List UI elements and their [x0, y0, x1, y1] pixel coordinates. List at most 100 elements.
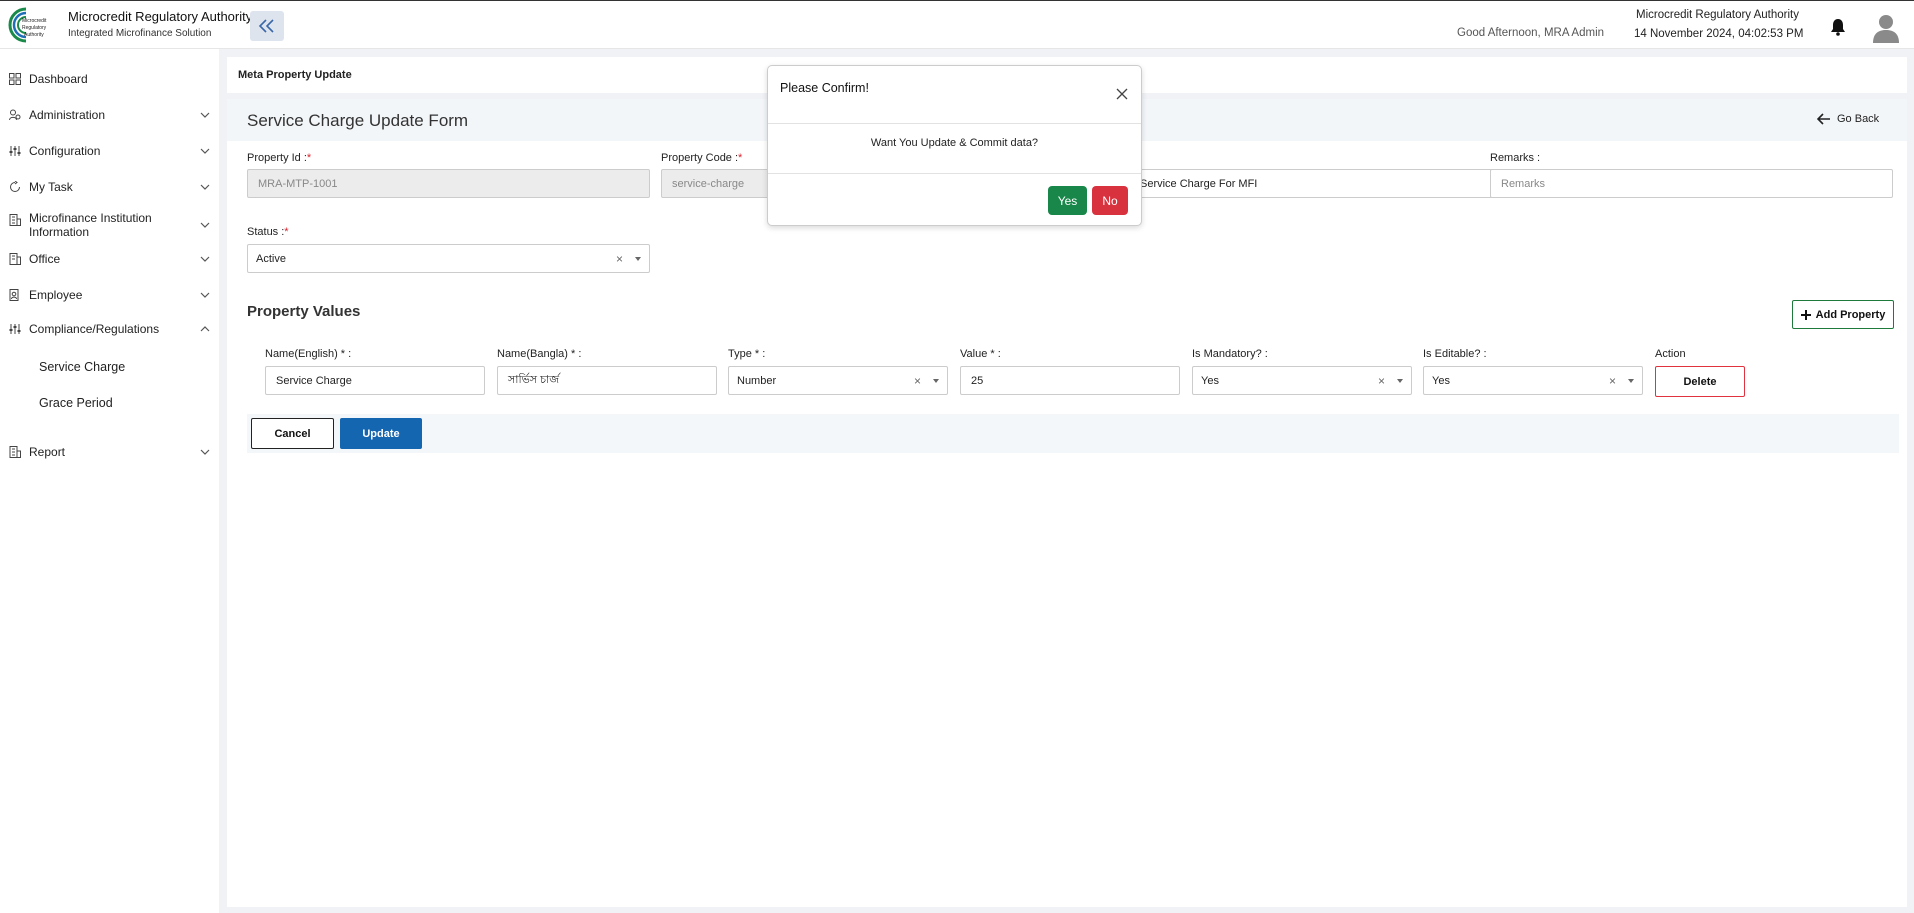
confirm-no-button[interactable]: No: [1092, 186, 1128, 215]
caret-down-icon[interactable]: [933, 379, 939, 383]
mra-logo: Microcredit Regulatory Authority: [6, 5, 62, 45]
clear-icon[interactable]: ×: [1378, 374, 1385, 388]
column-header-value: Value * :: [960, 348, 1001, 360]
column-header-action: Action: [1655, 348, 1686, 360]
refresh-icon: [10, 181, 20, 192]
office-icon: [9, 253, 21, 265]
header-org-name: Microcredit Regulatory Authority: [1636, 9, 1799, 21]
caret-down-icon[interactable]: [1397, 379, 1403, 383]
dialog-divider: [768, 173, 1141, 174]
report-icon: [9, 446, 21, 458]
column-header-name-bangla: Name(Bangla) * :: [497, 348, 582, 360]
brand-subtitle: Integrated Microfinance Solution: [68, 28, 212, 39]
is-mandatory-value: Yes: [1201, 374, 1219, 387]
status-select-value: Active: [256, 252, 286, 265]
logo-text-2: Regulatory: [22, 25, 47, 31]
logo-text-3: Authority: [24, 32, 44, 38]
top-header: Microcredit Regulatory Authority Microcr…: [0, 0, 1914, 49]
chevron-down-icon: [200, 292, 210, 298]
breadcrumb: Meta Property Update: [238, 69, 352, 81]
chevron-down-icon: [200, 148, 210, 154]
caret-down-icon[interactable]: [1628, 379, 1634, 383]
brand-title: Microcredit Regulatory Authority: [68, 9, 253, 24]
go-back-label: Go Back: [1837, 113, 1880, 125]
bell-icon[interactable]: [1830, 18, 1846, 36]
sidebar-item-my-task[interactable]: My Task: [0, 173, 219, 201]
sidebar-item-label: Administration: [29, 108, 106, 122]
status-label: Status :*: [247, 226, 289, 238]
sidebar-item-label: Employee: [29, 288, 83, 302]
sidebar-item-label: Report: [29, 445, 66, 459]
name-bangla-input[interactable]: সার্ভিস চার্জ: [497, 366, 717, 395]
sidebar-subitem-service-charge[interactable]: Service Charge: [39, 360, 125, 374]
sidebar-item-configuration[interactable]: Configuration: [0, 137, 219, 165]
chevron-down-icon: [200, 112, 210, 118]
caret-down-icon[interactable]: [635, 257, 641, 261]
sliders-icon: [9, 324, 21, 334]
sidebar-item-label: My Task: [29, 180, 73, 194]
type-select[interactable]: Number ×: [728, 366, 948, 395]
is-mandatory-select[interactable]: Yes ×: [1192, 366, 1412, 395]
dialog-message: Want You Update & Commit data?: [870, 137, 1039, 149]
chevron-up-icon: [200, 326, 210, 332]
go-back-button[interactable]: Go Back: [1817, 113, 1879, 125]
update-button[interactable]: Update: [340, 418, 422, 449]
sidebar-item-label: Microfinance Institution Information: [29, 211, 152, 239]
property-values-title: Property Values: [247, 303, 361, 320]
sidebar-item-employee[interactable]: Employee: [0, 281, 219, 309]
sidebar-item-label: Compliance/Regulations: [29, 322, 160, 336]
dialog-title: Please Confirm!: [780, 81, 869, 95]
clear-icon[interactable]: ×: [1609, 374, 1616, 388]
sidebar-item-label: Configuration: [29, 144, 101, 158]
dashboard-icon: [9, 73, 21, 85]
remarks-input[interactable]: Remarks: [1490, 169, 1893, 198]
plus-icon: [1800, 309, 1811, 320]
remarks-label: Remarks :: [1490, 152, 1541, 164]
chevron-down-icon: [200, 449, 210, 455]
double-chevron-left-icon: [258, 19, 274, 33]
sidebar-item-mfi-information[interactable]: Microfinance Institution Information: [0, 207, 219, 243]
sidebar-collapse-button[interactable]: [250, 11, 284, 41]
is-editable-value: Yes: [1432, 374, 1450, 387]
sidebar-subitem-grace-period[interactable]: Grace Period: [39, 396, 113, 410]
is-editable-select[interactable]: Yes ×: [1423, 366, 1643, 395]
logo-text-1: Microcredit: [22, 18, 47, 24]
sliders-icon: [9, 146, 21, 156]
clear-icon[interactable]: ×: [616, 252, 623, 266]
sidebar-item-report[interactable]: Report: [0, 438, 219, 466]
add-property-label: Add Property: [1815, 308, 1886, 321]
type-select-value: Number: [737, 374, 777, 387]
user-avatar-icon[interactable]: [1872, 13, 1900, 43]
sidebar-item-label: Office: [29, 252, 61, 266]
property-id-label-text: Property Id :: [247, 152, 307, 164]
sidebar-item-administration[interactable]: Administration: [0, 101, 219, 129]
add-property-button[interactable]: Add Property: [1792, 300, 1894, 329]
status-label-text: Status :: [247, 226, 285, 238]
property-id-field: MRA-MTP-1001: [247, 169, 650, 198]
actions-band: [247, 414, 1899, 453]
sidebar-item-dashboard[interactable]: Dashboard: [0, 65, 219, 93]
status-select[interactable]: Active ×: [247, 244, 650, 273]
clear-icon[interactable]: ×: [914, 374, 921, 388]
column-header-name-english: Name(English) * :: [265, 348, 352, 360]
value-input[interactable]: 25: [960, 366, 1180, 395]
required-mark: *: [738, 152, 743, 164]
name-english-input[interactable]: Service Charge: [265, 366, 485, 395]
required-mark: *: [284, 226, 289, 238]
required-mark: *: [306, 152, 312, 164]
property-id-label: Property Id :*: [247, 152, 311, 164]
sidebar-item-compliance[interactable]: Compliance/Regulations: [0, 315, 219, 343]
dialog-divider: [768, 123, 1141, 124]
close-icon[interactable]: [1116, 88, 1128, 100]
sidebar: Dashboard Administration Configuration M…: [0, 49, 219, 913]
greeting-text: Good Afternoon, MRA Admin: [1457, 27, 1605, 39]
cancel-button[interactable]: Cancel: [251, 418, 334, 449]
confirm-yes-button[interactable]: Yes: [1048, 186, 1087, 215]
property-name-field[interactable]: Service Charge For MFI: [1129, 169, 1506, 198]
page-title: Service Charge Update Form: [247, 111, 469, 130]
property-code-label: Property Code :*: [661, 152, 742, 164]
employee-icon: [9, 289, 19, 301]
column-header-type: Type * :: [728, 348, 766, 360]
sidebar-item-office[interactable]: Office: [0, 245, 219, 273]
delete-row-button[interactable]: Delete: [1655, 366, 1745, 397]
